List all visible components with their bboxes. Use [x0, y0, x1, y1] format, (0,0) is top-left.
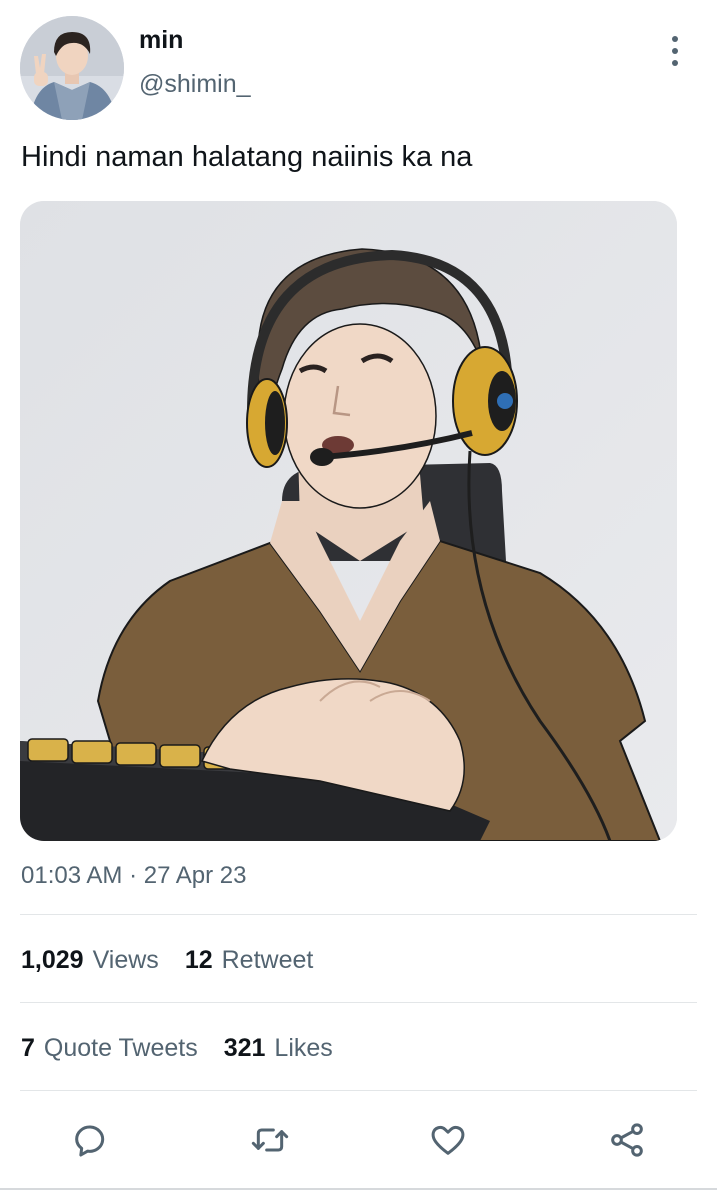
retweets-stat[interactable]: 12 Retweet [185, 946, 314, 975]
divider [20, 1002, 697, 1003]
likes-label: Likes [274, 1034, 333, 1062]
stats-row-views-retweets: 1,029 Views 12 Retweet [21, 946, 339, 975]
author-display-name[interactable]: min [139, 26, 183, 55]
divider [20, 914, 697, 915]
bottom-border [0, 1188, 717, 1190]
avatar[interactable] [20, 16, 124, 120]
quote-tweets-stat[interactable]: 7 Quote Tweets [21, 1034, 198, 1063]
more-options-icon[interactable] [662, 34, 688, 68]
retweet-icon[interactable] [248, 1118, 292, 1162]
views-count: 1,029 [21, 946, 84, 974]
stats-row-quotes-likes: 7 Quote Tweets 321 Likes [21, 1034, 359, 1063]
tweet-detail: min @shimin_ Hindi naman halatang naiini… [0, 0, 717, 1200]
views-label: Views [92, 946, 159, 974]
tweet-media-image[interactable] [20, 201, 677, 841]
reply-icon[interactable] [68, 1118, 112, 1162]
retweets-count: 12 [184, 946, 213, 974]
quote-tweets-count: 7 [21, 1034, 35, 1062]
author-handle[interactable]: @shimin_ [139, 70, 251, 99]
likes-count: 321 [223, 1034, 266, 1062]
views-stat: 1,029 Views [21, 946, 159, 975]
like-icon[interactable] [426, 1118, 470, 1162]
likes-stat[interactable]: 321 Likes [224, 1034, 333, 1063]
action-bar [0, 1110, 717, 1170]
quote-tweets-label: Quote Tweets [43, 1034, 198, 1062]
share-icon[interactable] [605, 1118, 649, 1162]
retweets-label: Retweet [221, 946, 314, 974]
divider [20, 1090, 697, 1091]
tweet-timestamp[interactable]: 01:03 AM · 27 Apr 23 [21, 862, 246, 890]
tweet-text: Hindi naman halatang naiinis ka na [21, 141, 473, 173]
